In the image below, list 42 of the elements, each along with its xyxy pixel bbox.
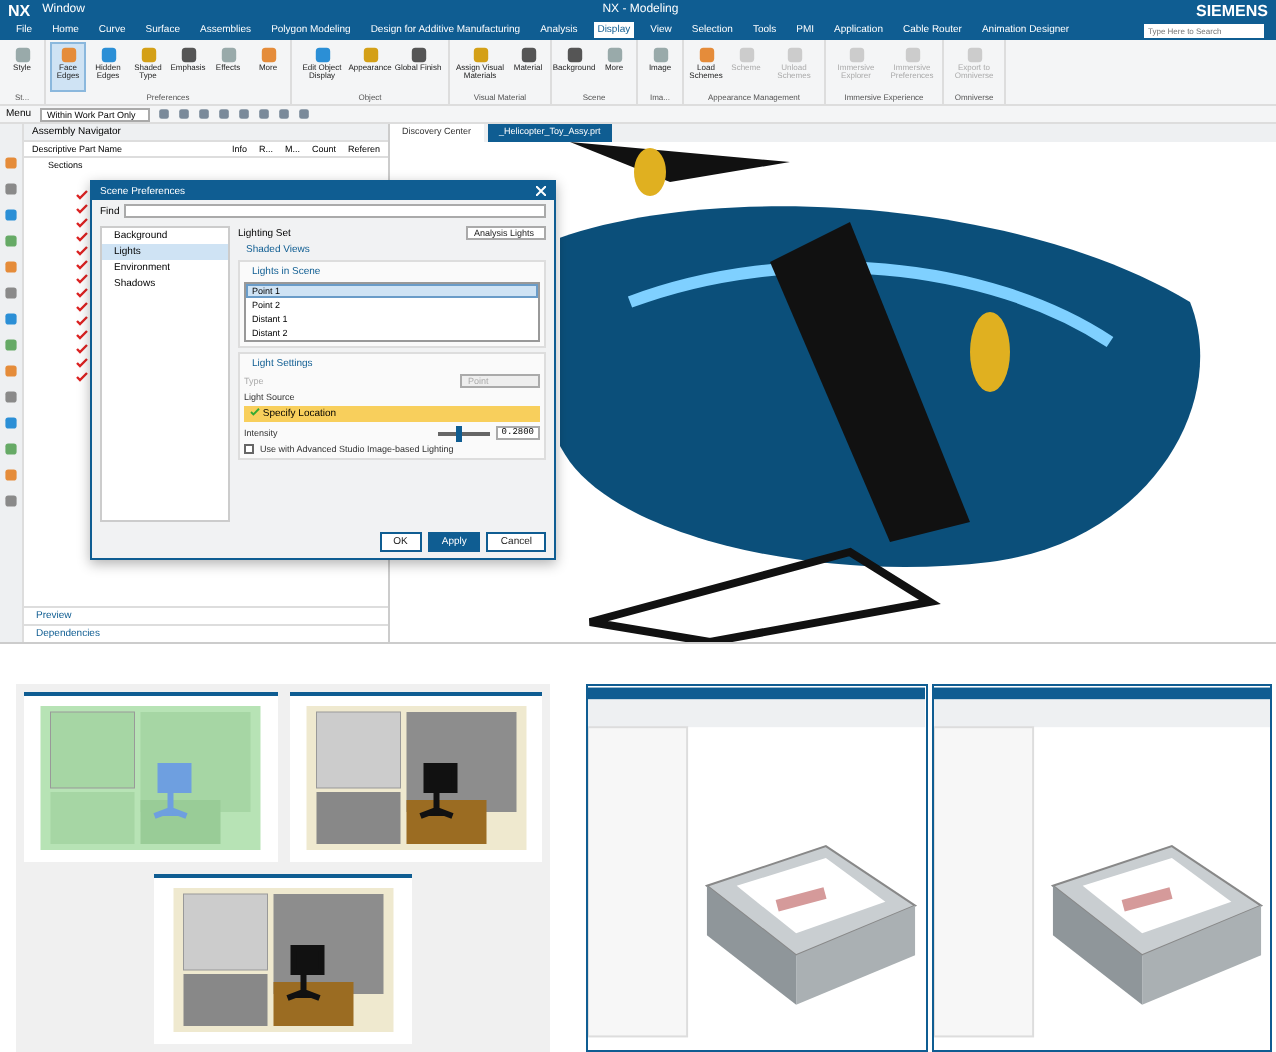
square-icon — [471, 46, 489, 64]
square-icon — [651, 46, 669, 64]
check-icon[interactable] — [76, 330, 88, 340]
square-icon — [409, 46, 427, 64]
square-icon — [605, 46, 623, 64]
square-icon — [519, 46, 537, 64]
check-icon[interactable] — [76, 302, 88, 312]
square-icon — [361, 46, 379, 64]
square-icon — [179, 46, 197, 64]
square-icon — [99, 46, 117, 64]
check-icon[interactable] — [76, 246, 88, 256]
square-icon — [785, 46, 803, 64]
check-icon[interactable] — [76, 288, 88, 298]
square-icon — [13, 46, 31, 64]
slider-thumb[interactable] — [455, 425, 462, 441]
square-icon — [847, 46, 865, 64]
square-icon — [219, 46, 237, 64]
check-icon[interactable] — [76, 190, 88, 200]
square-icon — [697, 46, 715, 64]
check-icon[interactable] — [76, 358, 88, 368]
check-icon[interactable] — [76, 260, 88, 270]
check-icon[interactable] — [76, 316, 88, 326]
brand-logo: SIEMENS — [1195, 1, 1268, 19]
check-icon[interactable] — [76, 204, 88, 214]
check-icon[interactable] — [76, 372, 88, 382]
square-icon — [59, 46, 77, 64]
square-icon — [313, 46, 331, 64]
square-icon — [259, 46, 277, 64]
check-icon[interactable] — [76, 232, 88, 242]
close-icon[interactable] — [536, 186, 546, 196]
app-logo: NX — [8, 1, 31, 19]
square-icon — [965, 46, 983, 64]
square-icon — [737, 46, 755, 64]
square-icon — [903, 46, 921, 64]
check-icon — [250, 408, 260, 416]
check-icon[interactable] — [76, 218, 88, 228]
checkbox[interactable] — [244, 444, 254, 454]
find-field[interactable] — [123, 204, 546, 218]
check-icon[interactable] — [76, 344, 88, 354]
square-icon — [565, 46, 583, 64]
check-icon[interactable] — [76, 274, 88, 284]
square-icon — [139, 46, 157, 64]
